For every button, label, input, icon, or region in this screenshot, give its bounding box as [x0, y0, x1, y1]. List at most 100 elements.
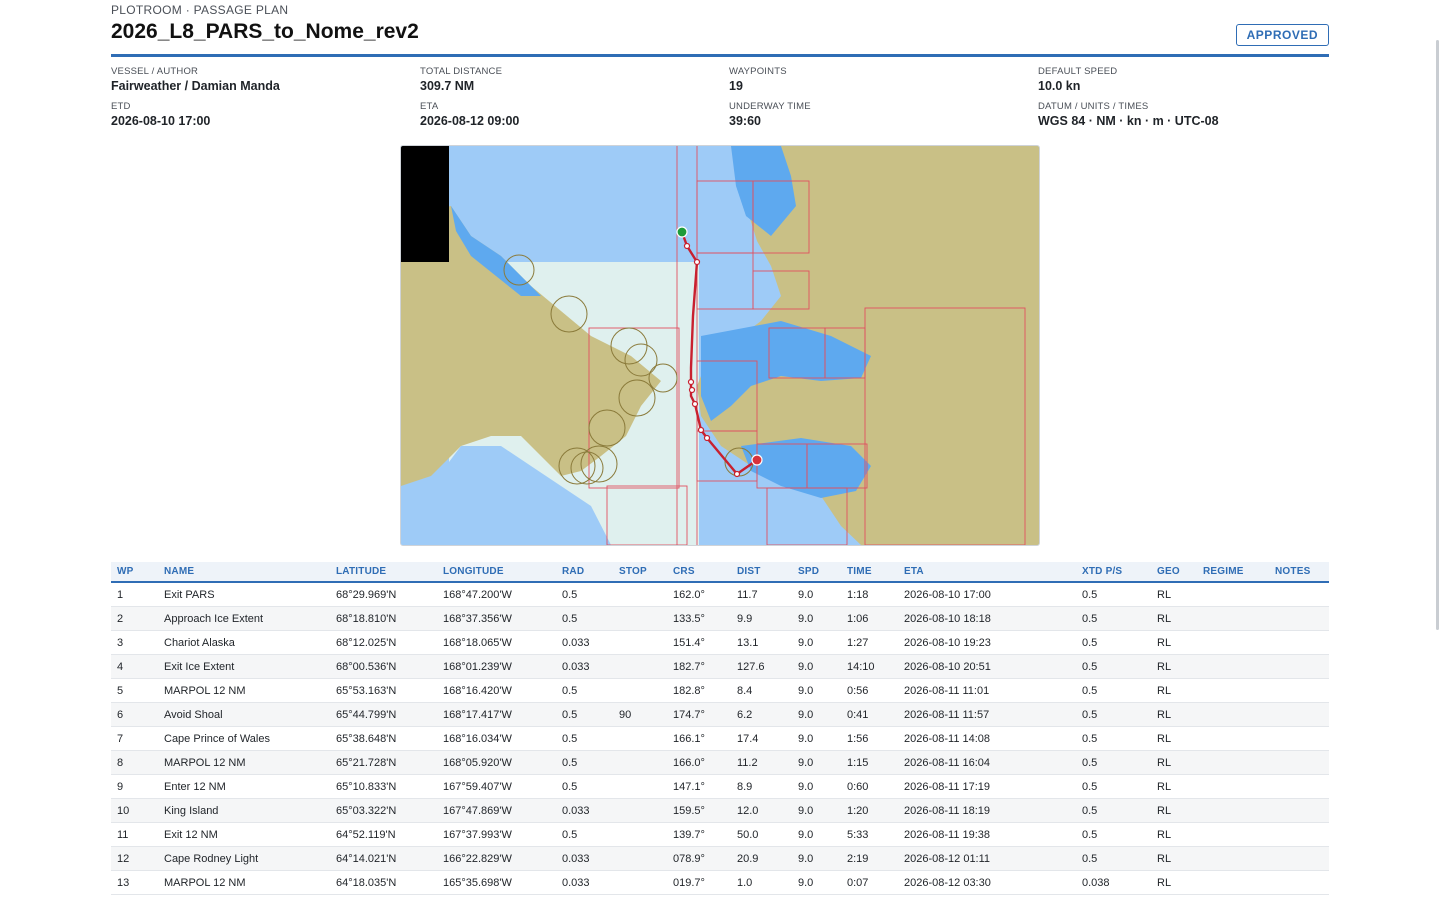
- cell-dist: 13.1: [731, 630, 792, 655]
- col-stop[interactable]: STOP: [613, 562, 667, 583]
- cell-crs: 182.8°: [667, 678, 731, 703]
- cell-name: Cape Prince of Wales: [158, 726, 330, 751]
- cell-stop: [613, 870, 667, 895]
- cell-notes: [1269, 606, 1329, 631]
- cell-xtd: 0.5: [1076, 630, 1151, 655]
- cell-latitude: 64°14.021'N: [330, 846, 437, 871]
- cell-time: 0:56: [841, 678, 898, 703]
- cell-xtd: 0.5: [1076, 726, 1151, 751]
- cell-regime: [1197, 822, 1269, 847]
- cell-dist: 20.9: [731, 846, 792, 871]
- cell-dist: 11.2: [731, 750, 792, 775]
- cell-wp: 13: [111, 870, 158, 895]
- cell-longitude: 168°05.920'W: [437, 750, 556, 775]
- status-badge: APPROVED: [1235, 24, 1329, 46]
- cell-regime: [1197, 846, 1269, 871]
- route-start-marker[interactable]: [676, 226, 688, 238]
- missing-tile: [401, 146, 449, 262]
- col-notes[interactable]: NOTES: [1269, 562, 1329, 583]
- default-speed-field: DEFAULT SPEED 10.0 kn: [1038, 66, 1338, 93]
- cell-stop: [613, 798, 667, 823]
- cell-dist: 127.6: [731, 654, 792, 679]
- cell-xtd: 0.5: [1076, 654, 1151, 679]
- col-latitude[interactable]: LATITUDE: [330, 562, 437, 583]
- table-row[interactable]: 2 Approach Ice Extent 68°18.810'N 168°37.35…: [111, 606, 1329, 631]
- cell-notes: [1269, 726, 1329, 751]
- table-header-row: WP NAME LATITUDE LONGITUDE RAD STOP CRS …: [111, 562, 1329, 583]
- cell-crs: 166.1°: [667, 726, 731, 751]
- datum-units-field: DATUM / UNITS / TIMES WGS 84 · NM · kn ·…: [1038, 101, 1338, 128]
- cell-stop: [613, 750, 667, 775]
- nautical-chart[interactable]: [401, 146, 1039, 545]
- col-eta[interactable]: ETA: [898, 562, 1076, 583]
- table-row[interactable]: 8 MARPOL 12 NM 65°21.728'N 168°05.920'W 0.5 1…: [111, 750, 1329, 775]
- col-wp[interactable]: WP: [111, 562, 158, 583]
- datum-units-value: WGS 84 · NM · kn · m · UTC-08: [1038, 114, 1219, 128]
- cell-name: MARPOL 12 NM: [158, 678, 330, 703]
- cell-spd: 9.0: [792, 606, 841, 631]
- cell-notes: [1269, 846, 1329, 871]
- cell-name: Exit 12 NM: [158, 822, 330, 847]
- cell-notes: [1269, 630, 1329, 655]
- cell-rad: 0.5: [556, 702, 613, 727]
- cell-rad: 0.033: [556, 654, 613, 679]
- col-longitude[interactable]: LONGITUDE: [437, 562, 556, 583]
- cell-wp: 2: [111, 606, 158, 631]
- table-row[interactable]: 6 Avoid Shoal 65°44.799'N 168°17.417'W 0.5 90…: [111, 702, 1329, 727]
- col-geo[interactable]: GEO: [1151, 562, 1197, 583]
- col-time[interactable]: TIME: [841, 562, 898, 583]
- cell-regime: [1197, 798, 1269, 823]
- table-row[interactable]: 11 Exit 12 NM 64°52.119'N 167°37.993'W 0.5 13…: [111, 822, 1329, 847]
- route-chart-map[interactable]: [400, 145, 1040, 546]
- route-end-marker[interactable]: [751, 454, 763, 466]
- cell-regime: [1197, 870, 1269, 895]
- col-rad[interactable]: RAD: [556, 562, 613, 583]
- table-row[interactable]: 5 MARPOL 12 NM 65°53.163'N 168°16.420'W 0.5 1…: [111, 678, 1329, 703]
- cell-crs: 174.7°: [667, 702, 731, 727]
- cell-rad: 0.5: [556, 606, 613, 631]
- table-row[interactable]: 1 Exit PARS 68°29.969'N 168°47.200'W 0.5 162.…: [111, 582, 1329, 607]
- cell-name: Avoid Shoal: [158, 702, 330, 727]
- cell-eta: 2026-08-11 11:57: [898, 702, 1076, 727]
- cell-rad: 0.033: [556, 870, 613, 895]
- cell-stop: [613, 774, 667, 799]
- cell-time: 1:15: [841, 750, 898, 775]
- underway-time-label: UNDERWAY TIME: [729, 101, 811, 112]
- col-spd[interactable]: SPD: [792, 562, 841, 583]
- col-regime[interactable]: REGIME: [1197, 562, 1269, 583]
- col-name[interactable]: NAME: [158, 562, 330, 583]
- col-xtd[interactable]: XTD P/S: [1076, 562, 1151, 583]
- table-row[interactable]: 12 Cape Rodney Light 64°14.021'N 166°22.829…: [111, 846, 1329, 871]
- cell-name: King Island: [158, 798, 330, 823]
- cell-xtd: 0.5: [1076, 606, 1151, 631]
- cell-stop: [613, 654, 667, 679]
- col-crs[interactable]: CRS: [667, 562, 731, 583]
- table-row[interactable]: 4 Exit Ice Extent 68°00.536'N 168°01.239'W 0…: [111, 654, 1329, 679]
- table-row[interactable]: 10 King Island 65°03.322'N 167°47.869'W 0.03…: [111, 798, 1329, 823]
- table-row[interactable]: 3 Chariot Alaska 68°12.025'N 168°18.065'W 0.…: [111, 630, 1329, 655]
- table-row[interactable]: 7 Cape Prince of Wales 65°38.648'N 168°16.0…: [111, 726, 1329, 751]
- total-distance-field: TOTAL DISTANCE 309.7 NM: [420, 66, 720, 93]
- page-scrollbar[interactable]: [1436, 40, 1439, 630]
- cell-xtd: 0.5: [1076, 582, 1151, 607]
- cell-time: 1:56: [841, 726, 898, 751]
- waypoints-value: 19: [729, 79, 743, 93]
- cell-dist: 9.9: [731, 606, 792, 631]
- cell-time: 1:18: [841, 582, 898, 607]
- cell-dist: 11.7: [731, 582, 792, 607]
- table-row[interactable]: 13 MARPOL 12 NM 64°18.035'N 165°35.698'W 0.0…: [111, 870, 1329, 895]
- cell-time: 5:33: [841, 822, 898, 847]
- cell-regime: [1197, 750, 1269, 775]
- col-dist[interactable]: DIST: [731, 562, 792, 583]
- cell-wp: 6: [111, 702, 158, 727]
- cell-xtd: 0.5: [1076, 774, 1151, 799]
- cell-geo: RL: [1151, 846, 1197, 871]
- cell-dist: 17.4: [731, 726, 792, 751]
- breadcrumb[interactable]: PLOTROOM · PASSAGE PLAN: [111, 3, 288, 17]
- cell-time: 1:27: [841, 630, 898, 655]
- table-row[interactable]: 9 Enter 12 NM 65°10.833'N 167°59.407'W 0.5 14…: [111, 774, 1329, 799]
- cell-eta: 2026-08-11 18:19: [898, 798, 1076, 823]
- default-speed-value: 10.0 kn: [1038, 79, 1081, 93]
- cell-name: MARPOL 12 NM: [158, 870, 330, 895]
- cell-longitude: 168°16.034'W: [437, 726, 556, 751]
